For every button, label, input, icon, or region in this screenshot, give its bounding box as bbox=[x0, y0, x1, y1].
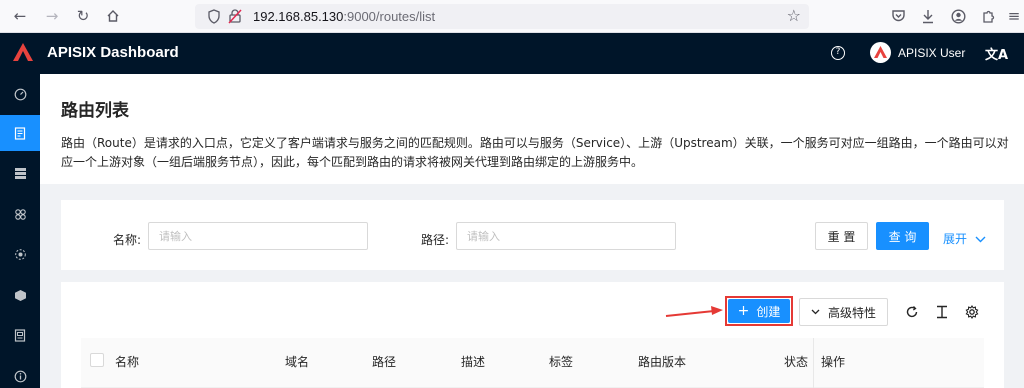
forward-icon[interactable]: → bbox=[42, 6, 62, 26]
sidebar-item-dashboard[interactable] bbox=[0, 76, 40, 112]
app-title: APISIX Dashboard bbox=[47, 44, 179, 61]
plus-icon: + bbox=[737, 303, 750, 319]
path-label: 路径: bbox=[421, 233, 450, 247]
ssl-icon bbox=[14, 328, 26, 342]
plugin-icon bbox=[14, 289, 26, 301]
upstream-icon bbox=[14, 167, 26, 179]
user-name[interactable]: APISIX User bbox=[898, 46, 965, 60]
route-table-card: + 创建 高级特性 名称 域名 路径 描述 标签 路由版本 状态 操作 bbox=[61, 282, 1004, 388]
page-title: 路由列表 bbox=[61, 101, 129, 121]
pocket-icon[interactable] bbox=[888, 6, 908, 26]
red-arrow-annotation bbox=[665, 306, 723, 317]
download-icon[interactable] bbox=[918, 6, 938, 26]
expand-label: 展开 bbox=[943, 232, 968, 246]
column-header-status[interactable]: 状态 bbox=[784, 353, 808, 370]
create-button[interactable]: + 创建 bbox=[728, 299, 790, 323]
shield-icon[interactable] bbox=[207, 9, 221, 24]
search-form: 名称: 路径: 重 置 查 询 展开 bbox=[61, 200, 1004, 270]
column-height-icon[interactable] bbox=[934, 304, 950, 320]
column-header-name[interactable]: 名称 bbox=[115, 353, 139, 370]
column-divider bbox=[813, 338, 814, 388]
help-icon[interactable]: ? bbox=[831, 46, 845, 60]
sidebar-item-upstream[interactable] bbox=[0, 155, 40, 191]
avatar[interactable] bbox=[870, 42, 891, 63]
back-icon[interactable]: ← bbox=[10, 6, 30, 26]
advanced-features-button[interactable]: 高级特性 bbox=[799, 298, 888, 326]
chevron-down-icon bbox=[811, 309, 820, 315]
settings-icon[interactable] bbox=[964, 304, 980, 320]
app-header: APISIX Dashboard ? APISIX User 文A bbox=[0, 33, 1024, 74]
column-header-labels[interactable]: 标签 bbox=[549, 353, 573, 370]
service-icon bbox=[14, 208, 26, 220]
sidebar-item-plugin[interactable] bbox=[0, 277, 40, 313]
reload-icon[interactable] bbox=[904, 304, 920, 320]
name-label: 名称: bbox=[113, 233, 142, 247]
chevron-down-icon bbox=[975, 236, 986, 243]
reload-icon[interactable]: ↻ bbox=[73, 6, 93, 26]
sidebar-item-service[interactable] bbox=[0, 196, 40, 232]
address-bar[interactable]: 192.168.85.130:9000/routes/list ☆ bbox=[195, 4, 809, 29]
extensions-icon[interactable] bbox=[978, 6, 998, 26]
query-button[interactable]: 查 询 bbox=[876, 222, 929, 250]
column-header-host[interactable]: 域名 bbox=[285, 353, 309, 370]
reset-button[interactable]: 重 置 bbox=[815, 222, 868, 250]
browser-toolbar: ← → ↻ 192.168.85.130:9000/routes/list ☆ … bbox=[0, 0, 1024, 33]
apisix-logo-icon bbox=[13, 43, 33, 61]
info-icon bbox=[14, 370, 26, 382]
column-header-description[interactable]: 描述 bbox=[461, 353, 485, 370]
route-icon bbox=[14, 126, 26, 140]
sidebar bbox=[0, 74, 40, 388]
column-header-actions[interactable]: 操作 bbox=[821, 353, 845, 370]
dashboard-icon bbox=[14, 88, 26, 100]
sidebar-item-consumer[interactable] bbox=[0, 236, 40, 272]
name-search-input[interactable] bbox=[148, 222, 368, 250]
sidebar-item-info[interactable] bbox=[0, 358, 40, 388]
page-description: 路由（Route）是请求的入口点，它定义了客户端请求与服务之间的匹配规则。路由可… bbox=[61, 136, 1009, 169]
expand-link[interactable]: 展开 bbox=[943, 230, 986, 247]
sidebar-item-routes[interactable] bbox=[0, 115, 40, 151]
create-label: 创建 bbox=[756, 304, 781, 319]
consumer-icon bbox=[14, 248, 26, 260]
sidebar-item-ssl[interactable] bbox=[0, 317, 40, 353]
select-all-checkbox[interactable] bbox=[90, 353, 104, 367]
account-icon[interactable] bbox=[948, 6, 968, 26]
url-text: 192.168.85.130:9000/routes/list bbox=[253, 9, 436, 24]
menu-icon[interactable]: ≡ bbox=[1004, 6, 1024, 26]
column-header-version[interactable]: 路由版本 bbox=[638, 353, 686, 370]
page-header: 路由列表 路由（Route）是请求的入口点，它定义了客户端请求与服务之间的匹配规… bbox=[40, 74, 1024, 184]
table-header: 名称 域名 路径 描述 标签 路由版本 状态 操作 bbox=[81, 338, 984, 388]
bookmark-star-icon[interactable]: ☆ bbox=[787, 6, 801, 25]
insecure-lock-icon[interactable] bbox=[228, 9, 242, 24]
path-search-input[interactable] bbox=[456, 222, 676, 250]
advanced-features-label: 高级特性 bbox=[827, 305, 876, 320]
home-icon[interactable] bbox=[103, 6, 123, 26]
column-header-path[interactable]: 路径 bbox=[372, 353, 396, 370]
language-icon[interactable]: 文A bbox=[985, 44, 1008, 63]
